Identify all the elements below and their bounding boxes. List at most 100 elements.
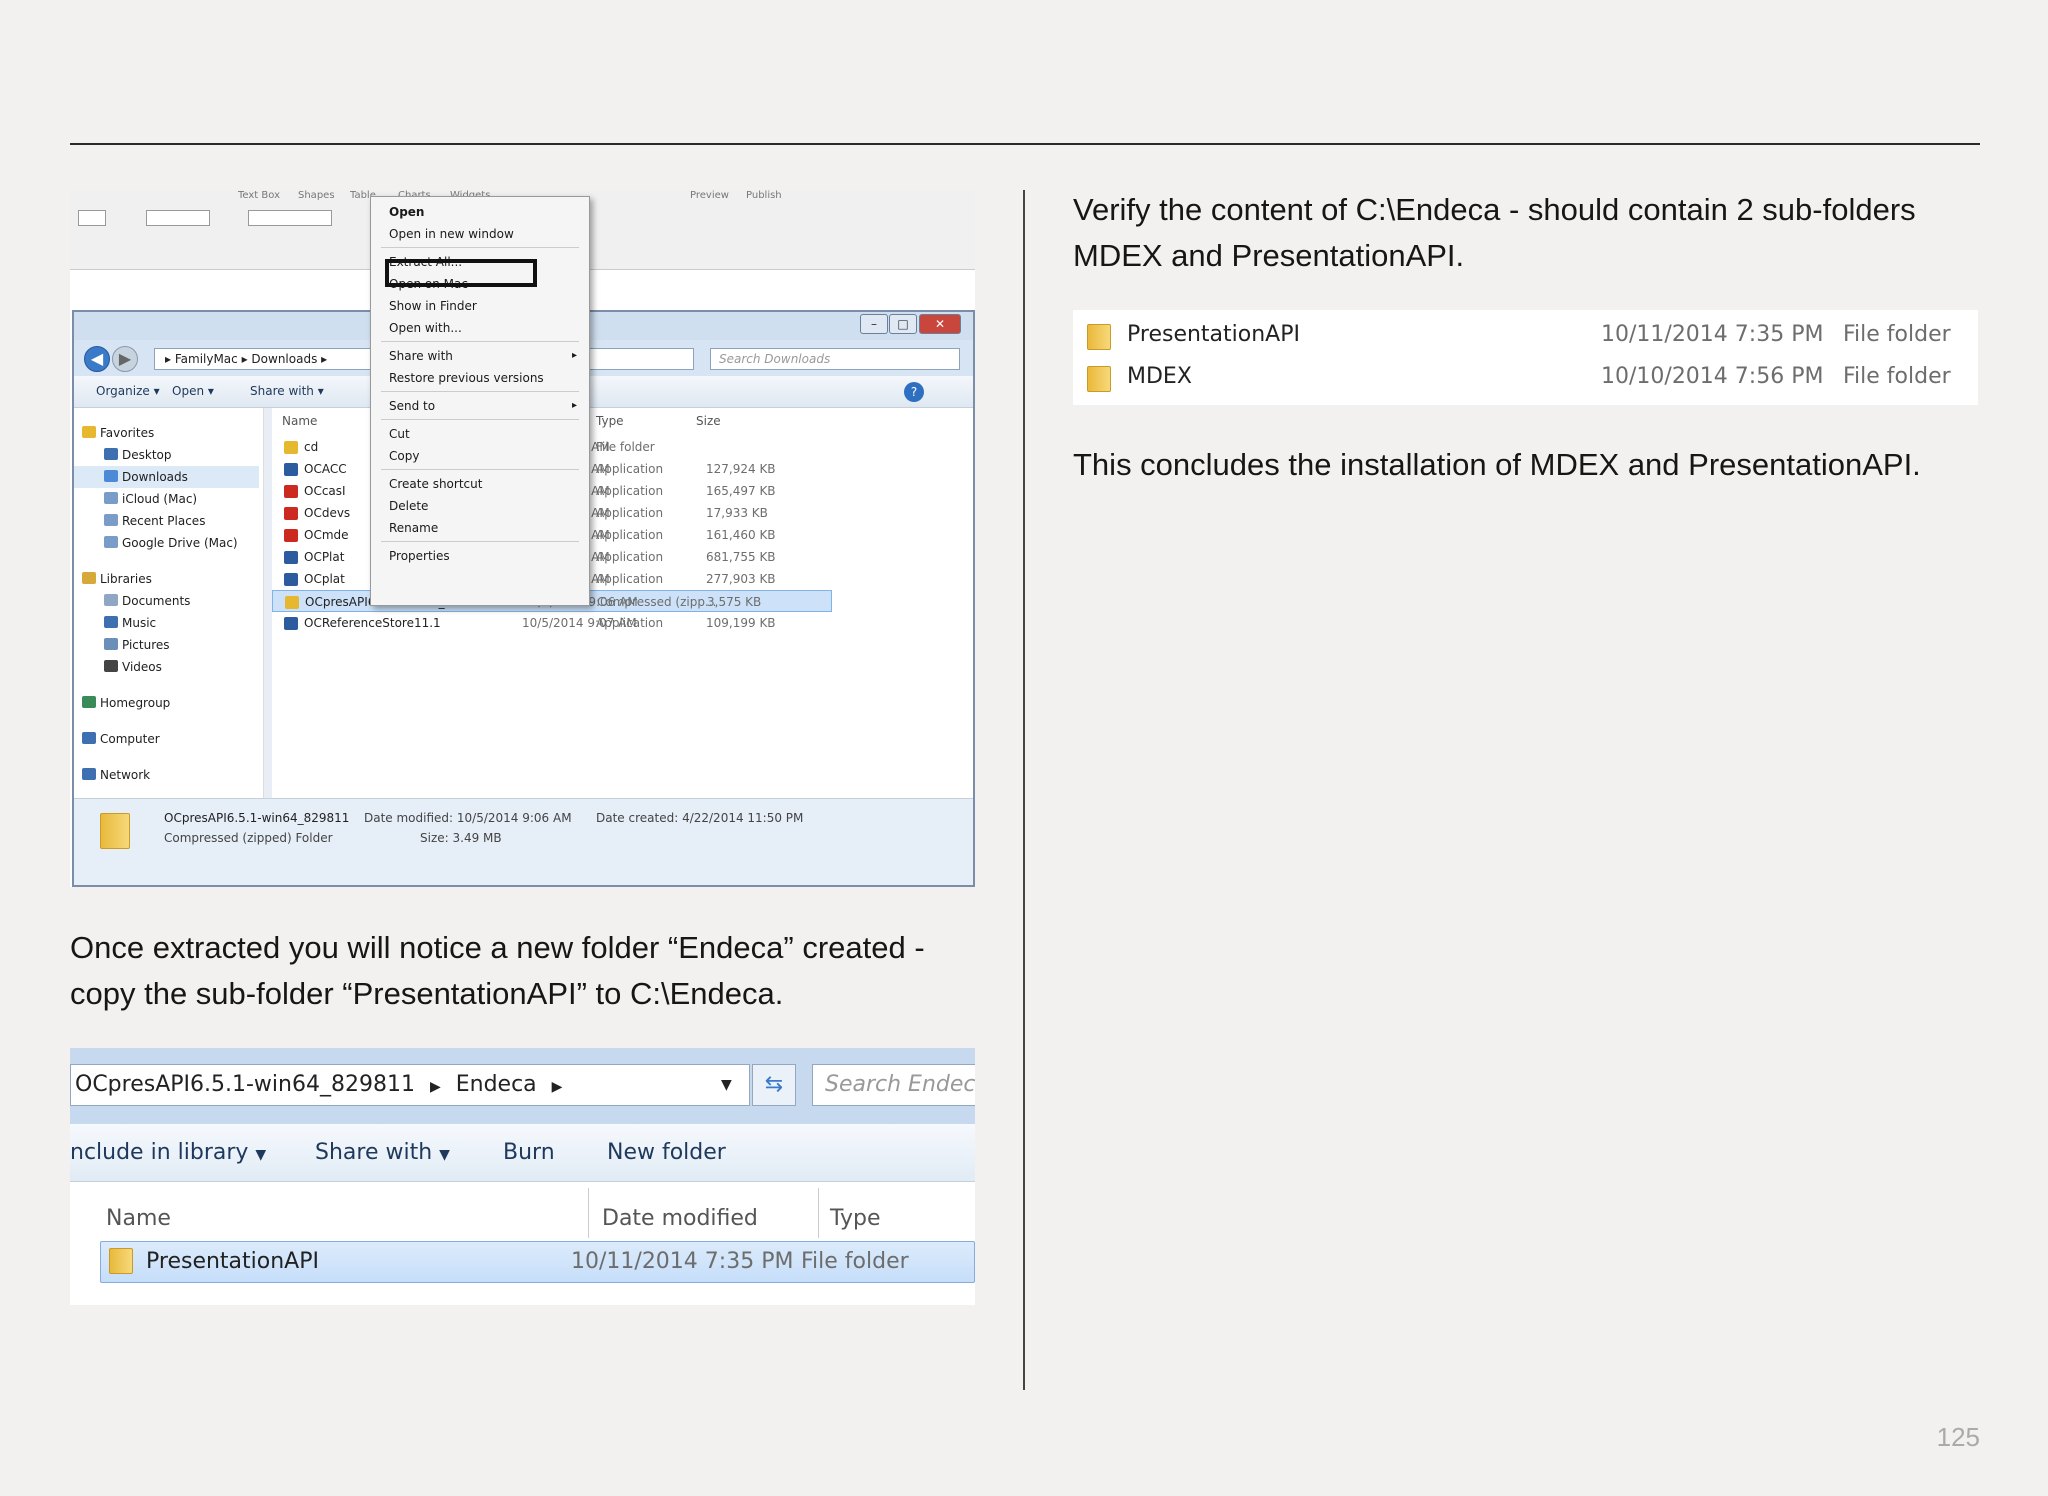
sidebar-item-label: Videos (122, 660, 162, 674)
sidebar-item[interactable]: Downloads (74, 466, 259, 488)
column-header-name[interactable]: Name (106, 1206, 171, 1231)
breadcrumb-item[interactable]: Endeca (456, 1072, 537, 1097)
menu-item[interactable]: Delete (371, 495, 589, 517)
network-icon (82, 768, 96, 780)
sidebar-item[interactable]: Homegroup (74, 692, 259, 714)
menu-item[interactable]: Restore previous versions (371, 367, 589, 389)
organize-button[interactable]: Organize ▾ (96, 384, 160, 398)
sidebar-item-label: Music (122, 616, 157, 630)
folder-icon (1087, 366, 1111, 392)
sidebar-item[interactable]: Music (74, 612, 259, 634)
help-icon[interactable]: ? (904, 382, 924, 402)
navigation-pane: Favorites Desktop Downloads iCloud (Mac) Rec… (74, 408, 264, 798)
align-buttons[interactable] (248, 210, 332, 226)
page-number: 125 (1936, 1422, 1980, 1452)
details-name: OCpresAPI6.5.1-win64_829811 (164, 811, 350, 825)
sidebar-item[interactable]: Desktop (74, 444, 259, 466)
sidebar-item[interactable]: Favorites (74, 422, 259, 444)
toolbar-label[interactable]: Preview (690, 190, 729, 201)
forward-icon[interactable]: ▶ (112, 346, 138, 372)
sidebar-item[interactable]: Google Drive (Mac) (74, 532, 259, 554)
toolbar-label[interactable]: Publish (746, 190, 782, 201)
sidebar-item[interactable]: Network (74, 764, 259, 786)
close-button[interactable]: ✕ (919, 314, 961, 334)
folder-icon (1087, 324, 1111, 350)
refresh-icon[interactable]: ⇆ (752, 1064, 796, 1106)
chevron-right-icon: ▶ (551, 1079, 563, 1095)
menu-item[interactable]: Properties (371, 545, 589, 567)
sidebar-item-label: Documents (122, 594, 191, 608)
file-name: OCplat (304, 572, 345, 586)
breadcrumb-item[interactable]: OCpresAPI6.5.1-win64_829811 (75, 1072, 415, 1097)
menu-separator (381, 541, 579, 542)
cloud-folder-icon (104, 492, 118, 504)
sidebar-item-label: Favorites (100, 426, 155, 440)
chevron-down-icon[interactable]: ▼ (721, 1065, 732, 1105)
menu-item[interactable]: Rename (371, 517, 589, 539)
table-row[interactable]: OCReferenceStore11.1 10/5/2014 9:07 AM App… (272, 612, 832, 634)
toolbar-label[interactable]: Text Box (238, 190, 280, 201)
file-date: 10/11/2014 7:35 PM (1601, 322, 1824, 347)
highlight-box (385, 259, 537, 287)
menu-item[interactable]: Create shortcut (371, 473, 589, 495)
menu-item[interactable]: Copy (371, 445, 589, 467)
new-folder-button[interactable]: New folder (607, 1140, 726, 1165)
file-name: PresentationAPI (146, 1249, 319, 1274)
command-bar: nclude in library ▼ Share with ▼ Burn Ne… (70, 1124, 975, 1182)
menu-item[interactable]: Cut (371, 423, 589, 445)
instruction-verify: Verify the content of C:\Endeca - should… (1073, 192, 1916, 273)
breadcrumb-item[interactable]: FamilyMac (175, 352, 238, 366)
open-button[interactable]: Open ▾ (172, 384, 214, 398)
include-in-library-button[interactable]: nclude in library ▼ (70, 1140, 266, 1165)
file-name: OCdevs (304, 506, 351, 520)
sidebar-item[interactable]: iCloud (Mac) (74, 488, 259, 510)
search-input[interactable]: Search Endeca (812, 1064, 975, 1106)
breadcrumb[interactable]: OCpresAPI6.5.1-win64_829811 ▶ Endeca ▶ ▼ (70, 1064, 750, 1106)
share-with-button[interactable]: Share with ▾ (250, 384, 324, 398)
zip-folder-icon (100, 813, 130, 849)
menu-item[interactable]: Share with (371, 345, 589, 367)
sidebar-item[interactable]: Pictures (74, 634, 259, 656)
toolbar-label[interactable]: Shapes (298, 190, 335, 201)
sidebar-item[interactable]: Videos (74, 656, 259, 678)
column-header-date[interactable]: Date modified (602, 1206, 758, 1231)
back-icon[interactable]: ◀ (84, 346, 110, 372)
details-pane: OCpresAPI6.5.1-win64_829811 Compressed (… (74, 798, 973, 885)
menu-item[interactable]: Open in new window (371, 223, 589, 245)
share-with-button[interactable]: Share with ▼ (315, 1140, 450, 1165)
font-box[interactable] (78, 210, 106, 226)
breadcrumb-item[interactable]: Downloads (251, 352, 317, 366)
sidebar-item[interactable]: Computer (74, 728, 259, 750)
file-size: 3,575 KB (707, 595, 762, 609)
menu-item[interactable]: Open (371, 201, 589, 223)
sidebar-item-label: Homegroup (100, 696, 171, 710)
menu-separator (381, 341, 579, 342)
minimize-button[interactable]: – (860, 314, 888, 334)
file-date: 10/11/2014 7:35 PM (571, 1249, 794, 1274)
file-name: OCmde (304, 528, 349, 542)
sidebar-item[interactable]: Libraries (74, 568, 259, 590)
file-size: 681,755 KB (706, 550, 776, 564)
column-header-size[interactable]: Size (696, 414, 721, 428)
table-row[interactable]: MDEX 10/10/2014 7:56 PM File folder (1073, 358, 1978, 400)
column-header-type[interactable]: Type (596, 414, 624, 428)
burn-button[interactable]: Burn (503, 1140, 555, 1165)
table-row[interactable]: PresentationAPI 10/11/2014 7:35 PM File … (100, 1241, 975, 1283)
search-input[interactable]: Search Downloads (710, 348, 960, 370)
menu-separator (381, 469, 579, 470)
menu-item[interactable]: Show in Finder (371, 295, 589, 317)
text-style-buttons[interactable] (146, 210, 210, 226)
menu-item[interactable]: Send to (371, 395, 589, 417)
sidebar-item-label: Network (100, 768, 151, 782)
column-header-name[interactable]: Name (282, 414, 317, 428)
sidebar-item-label: Pictures (122, 638, 170, 652)
maximize-button[interactable]: □ (889, 314, 917, 334)
menu-item[interactable]: Open with... (371, 317, 589, 339)
sidebar-item[interactable]: Documents (74, 590, 259, 612)
oracle-icon (284, 485, 298, 498)
sidebar-item[interactable]: Recent Places (74, 510, 259, 532)
column-header-type[interactable]: Type (830, 1206, 881, 1231)
table-row[interactable]: PresentationAPI 10/11/2014 7:35 PM File fo… (1073, 316, 1978, 358)
file-type: Application (596, 506, 664, 520)
address-bar: OCpresAPI6.5.1-win64_829811 ▶ Endeca ▶ ▼… (70, 1048, 975, 1124)
